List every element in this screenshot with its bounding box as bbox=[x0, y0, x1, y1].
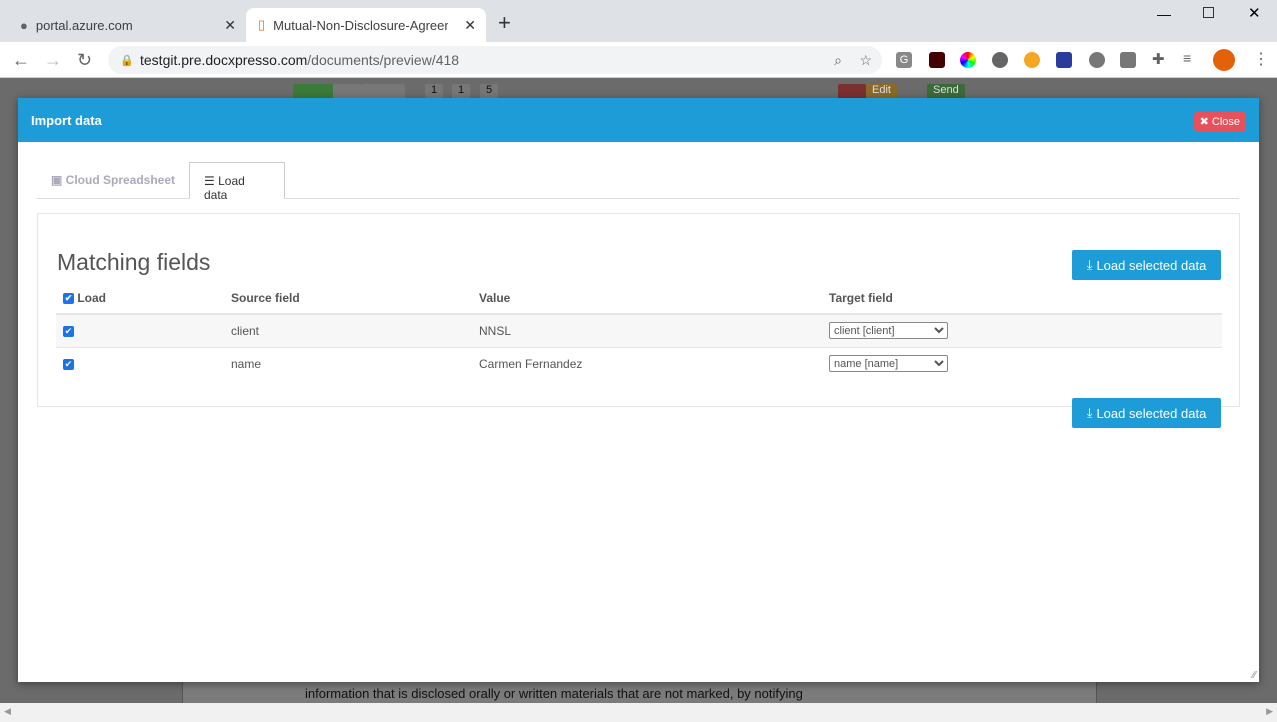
reload-icon[interactable]: ↻ bbox=[77, 50, 92, 71]
document-text: information that is disclosed orally or … bbox=[305, 686, 803, 701]
modal-tabs: ▣ Cloud Spreadsheet ☰ Load data bbox=[37, 162, 1239, 202]
maximize-icon[interactable] bbox=[1203, 7, 1214, 18]
back-icon[interactable]: ← bbox=[12, 50, 30, 71]
bg-share-button bbox=[333, 84, 361, 98]
section-heading: Matching fields bbox=[57, 249, 211, 275]
spreadsheet-icon: ▣ bbox=[51, 173, 66, 187]
import-data-modal: Import data ✖ Close ▣ Cloud Spreadsheet … bbox=[18, 98, 1259, 682]
scroll-left-icon[interactable]: ◀ bbox=[4, 706, 11, 717]
address-bar: ← → ↻ 🔒 testgit.pre.docxpresso.com/docum… bbox=[0, 42, 1277, 78]
close-label: Close bbox=[1211, 116, 1240, 128]
table-row: ✔ client NNSL client [client] bbox=[56, 314, 1222, 348]
load-selected-data-button-bottom[interactable]: ⤓ Load selected data bbox=[1072, 398, 1221, 428]
tab-label: portal.azure.com bbox=[35, 17, 133, 33]
w-extension-icon[interactable] bbox=[992, 52, 1008, 68]
menu-kebab-icon[interactable]: ⋮ bbox=[1253, 49, 1269, 69]
select-all-checkbox[interactable]: ✔ bbox=[63, 293, 74, 305]
modal-title: Import data bbox=[31, 113, 102, 128]
browser-tab-bar: ● portal.azure.com ✕ ▯ Mutual-Non-Disclo… bbox=[0, 0, 1277, 42]
value: Carmen Fernandez bbox=[479, 356, 583, 371]
close-tab-icon[interactable]: ✕ bbox=[224, 17, 236, 34]
close-x-icon: ✖ bbox=[1199, 116, 1212, 128]
bg-data-button bbox=[293, 84, 333, 98]
matching-table: ✔ Load Source field Value Target field ✔… bbox=[56, 281, 1222, 380]
bg-badge: 1 bbox=[452, 84, 471, 98]
close-window-icon[interactable]: ✕ bbox=[1248, 4, 1261, 22]
column-header: Value bbox=[479, 281, 829, 315]
bg-badge: 5 bbox=[480, 84, 499, 98]
target-field-select[interactable]: client [client] bbox=[829, 322, 948, 340]
button-label: Load selected data bbox=[1096, 405, 1207, 421]
url-host: testgit.pre.docxpresso.com bbox=[140, 52, 308, 68]
row-checkbox[interactable]: ✔ bbox=[63, 359, 74, 371]
target-field-select[interactable]: name [name] bbox=[829, 355, 948, 373]
hubspot-icon[interactable] bbox=[1120, 52, 1136, 68]
profile-avatar[interactable] bbox=[1213, 49, 1235, 71]
tab-label: Mutual-Non-Disclosure-Agreeme bbox=[273, 17, 449, 33]
bg-edit-button: Edit bbox=[866, 84, 897, 98]
table-header: ✔ Load Source field Value Target field bbox=[56, 281, 1222, 315]
puzzle-extensions-icon[interactable]: ✚ bbox=[1152, 50, 1165, 68]
close-button[interactable]: ✖ Close bbox=[1193, 112, 1246, 131]
circle-extension-icon[interactable] bbox=[1089, 52, 1105, 68]
close-tab-icon[interactable]: ✕ bbox=[464, 17, 476, 34]
url-path: /documents/preview/418 bbox=[307, 52, 460, 68]
column-header: Target field bbox=[829, 281, 1222, 315]
browser-tab-docxpresso[interactable]: ▯ Mutual-Non-Disclosure-Agreeme ✕ bbox=[246, 8, 486, 42]
bookmark-star-icon[interactable]: ☆ bbox=[859, 52, 872, 69]
accessibility-icon[interactable] bbox=[1056, 52, 1072, 68]
column-header: Load bbox=[77, 291, 107, 305]
database-icon: ☰ bbox=[204, 174, 219, 188]
lock-icon: 🔒 bbox=[120, 54, 134, 67]
new-tab-icon[interactable]: + bbox=[498, 10, 511, 36]
extension-g-icon[interactable]: G bbox=[896, 52, 912, 68]
download-icon: ⤓ bbox=[1086, 257, 1093, 272]
minimize-icon[interactable]: — bbox=[1157, 6, 1171, 22]
url-input[interactable]: 🔒 testgit.pre.docxpresso.com/documents/p… bbox=[108, 46, 882, 74]
bg-badge: 1 bbox=[425, 84, 444, 98]
browser-tab-azure[interactable]: ● portal.azure.com ✕ bbox=[8, 8, 246, 42]
acrobat-icon[interactable] bbox=[929, 52, 945, 68]
table-row: ✔ name Carmen Fernandez name [name] bbox=[56, 347, 1222, 380]
color-extension-icon[interactable] bbox=[960, 52, 976, 68]
media-queue-icon[interactable]: ≡ bbox=[1183, 50, 1191, 66]
gear-extension-icon[interactable] bbox=[1024, 52, 1040, 68]
modal-header: Import data ✖ Close bbox=[18, 98, 1259, 142]
bg-cancel-button bbox=[838, 84, 866, 98]
scroll-right-icon[interactable]: ▶ bbox=[1266, 706, 1273, 717]
row-checkbox[interactable]: ✔ bbox=[63, 326, 74, 338]
zoom-icon[interactable]: ⌕ bbox=[834, 52, 842, 69]
button-label: Load selected data bbox=[1096, 257, 1207, 273]
bg-download-button bbox=[361, 84, 405, 98]
resize-handle-icon[interactable]: ⁄⁄ bbox=[1253, 670, 1256, 681]
tab-load-data[interactable]: ☰ Load data bbox=[189, 162, 285, 202]
column-header: Source field bbox=[231, 281, 479, 315]
download-icon: ⤓ bbox=[1086, 405, 1093, 420]
value: NNSL bbox=[479, 314, 829, 348]
bg-send-button: Send bbox=[927, 84, 965, 98]
source-field: name bbox=[231, 356, 262, 371]
tab-label: Cloud Spreadsheet bbox=[65, 173, 176, 187]
globe-icon: ● bbox=[20, 17, 28, 33]
tab-cloud-spreadsheet[interactable]: ▣ Cloud Spreadsheet bbox=[37, 162, 189, 199]
matching-panel: Matching fields ⤓ Load selected data ✔ Lo… bbox=[37, 213, 1240, 407]
forward-icon[interactable]: → bbox=[44, 50, 62, 71]
load-selected-data-button-top[interactable]: ⤓ Load selected data bbox=[1072, 250, 1221, 280]
horizontal-scrollbar[interactable]: ◀ ▶ bbox=[0, 703, 1277, 722]
docxpresso-icon: ▯ bbox=[258, 17, 266, 32]
source-field: client bbox=[231, 314, 479, 348]
